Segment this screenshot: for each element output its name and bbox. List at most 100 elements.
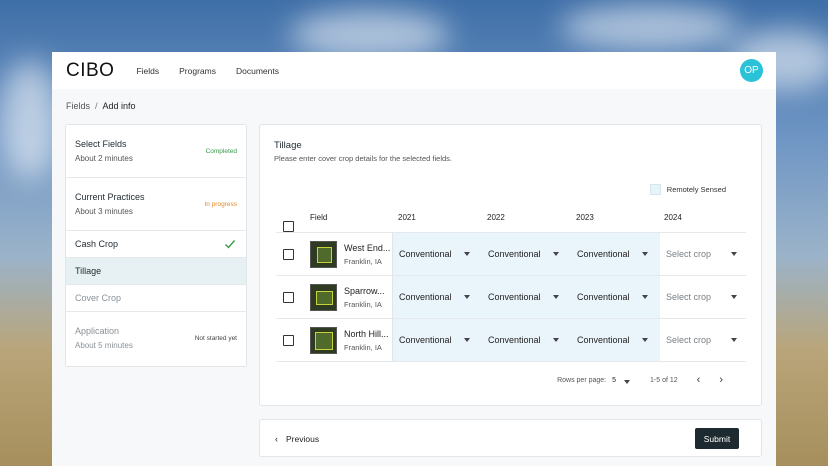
steps-panel: Select Fields About 2 minutes Completed … [65,124,247,367]
tillage-select-2022[interactable]: Conventional [482,276,571,318]
row-checkbox[interactable] [283,335,294,346]
legend-swatch [649,184,661,195]
field-name[interactable]: West End... [344,243,394,253]
top-navbar: CIBO Fields Programs Documents OP [52,52,776,89]
caret-down-icon [731,252,737,256]
select-value: Conventional [399,249,452,259]
caret-down-icon [731,338,737,342]
breadcrumb: Fields / Add info [66,101,136,111]
row-checkbox[interactable] [283,249,294,260]
select-placeholder: Select crop [666,335,712,345]
tillage-select-2021[interactable]: Conventional [393,233,482,275]
caret-down-icon [553,338,559,342]
pagination: Rows per page: 5 1-5 of 12 ‹ › [557,374,723,386]
step-status: In progress [204,201,237,208]
prev-page-icon[interactable]: ‹ [697,374,701,386]
table-row: West End... Franklin, IA Conventional Co… [276,233,749,276]
previous-button[interactable]: ‹ Previous [275,434,319,444]
field-location: Franklin, IA [344,343,382,352]
header-2022: 2022 [487,213,505,222]
submit-button[interactable]: Submit [695,428,739,449]
table-header: Field 2021 2022 2023 2024 [276,205,746,233]
nav-documents[interactable]: Documents [236,66,279,76]
rows-per-page-select[interactable]: 5 [612,376,631,384]
select-placeholder: Select crop [666,249,712,259]
step-status: Completed [205,148,237,155]
rows-per-page-label: Rows per page: [557,376,607,384]
breadcrumb-fields[interactable]: Fields [66,101,90,111]
select-value: Conventional [399,335,452,345]
tillage-select-2024[interactable]: Select crop [660,233,749,275]
page-range: 1-5 of 12 [650,376,678,384]
caret-down-icon [642,338,648,342]
rows-per-page-value: 5 [612,376,617,384]
caret-down-icon [464,295,470,299]
select-value: Conventional [577,292,630,302]
tillage-select-2022[interactable]: Conventional [482,319,571,361]
cibo-logo[interactable]: CIBO [66,60,114,82]
substep-cash-crop[interactable]: Cash Crop [66,231,246,258]
caret-down-icon [624,379,631,384]
field-location: Franklin, IA [344,257,382,266]
substep-label: Cover Crop [75,293,122,303]
check-icon [225,240,236,249]
row-checkbox[interactable] [283,292,294,303]
step-duration: About 3 minutes [75,207,133,216]
nav-programs[interactable]: Programs [179,66,216,76]
step-select-fields[interactable]: Select Fields About 2 minutes Completed [66,125,246,178]
remote-sensed-legend: Remotely Sensed [649,184,726,195]
user-avatar[interactable]: OP [740,59,763,82]
field-name[interactable]: North Hill... [344,329,394,339]
legend-label: Remotely Sensed [666,185,726,194]
tillage-select-2023[interactable]: Conventional [571,319,660,361]
select-value: Conventional [399,292,452,302]
tillage-card: Tillage Please enter cover crop details … [259,124,762,406]
field-thumbnail [310,284,337,311]
header-field: Field [310,213,328,222]
select-value: Conventional [488,292,541,302]
select-value: Conventional [488,249,541,259]
tillage-select-2024[interactable]: Select crop [660,319,749,361]
table-row: Sparrow... Franklin, IA Conventional Con… [276,276,749,319]
section-title: Tillage [274,140,302,151]
table-row: North Hill... Franklin, IA Conventional … [276,319,749,362]
tillage-select-2023[interactable]: Conventional [571,276,660,318]
header-2024: 2024 [664,213,682,222]
select-placeholder: Select crop [666,292,712,302]
tillage-select-2024[interactable]: Select crop [660,276,749,318]
section-description: Please enter cover crop details for the … [274,154,453,163]
step-status: Not started yet [194,335,237,342]
previous-label: Previous [286,434,320,444]
caret-down-icon [553,295,559,299]
step-duration: About 5 minutes [75,341,133,350]
tillage-select-2022[interactable]: Conventional [482,233,571,275]
chevron-left-icon: ‹ [275,434,278,444]
header-2021: 2021 [398,213,416,222]
footer-actions: ‹ Previous Submit [259,419,762,457]
caret-down-icon [731,295,737,299]
substep-cover-crop[interactable]: Cover Crop [66,285,246,312]
step-application[interactable]: Application About 5 minutes Not started … [66,312,246,365]
next-page-icon[interactable]: › [719,374,723,386]
step-current-practices[interactable]: Current Practices About 3 minutes In pro… [66,178,246,231]
tillage-select-2021[interactable]: Conventional [393,319,482,361]
breadcrumb-current: Add info [102,101,136,111]
select-all-checkbox[interactable] [283,221,294,232]
field-name[interactable]: Sparrow... [344,286,394,296]
substep-label: Tillage [75,266,102,276]
substep-label: Cash Crop [75,239,119,249]
select-value: Conventional [577,335,630,345]
caret-down-icon [642,295,648,299]
tillage-select-2021[interactable]: Conventional [393,276,482,318]
breadcrumb-separator: / [95,101,98,111]
step-duration: About 2 minutes [75,154,133,163]
field-thumbnail [310,327,337,354]
field-thumbnail [310,241,337,268]
tillage-table: Field 2021 2022 2023 2024 West End... Fr… [276,205,749,362]
nav-fields[interactable]: Fields [136,66,159,76]
caret-down-icon [464,252,470,256]
substep-tillage[interactable]: Tillage [66,258,246,285]
app-window: CIBO Fields Programs Documents OP Fields… [52,52,776,466]
tillage-select-2023[interactable]: Conventional [571,233,660,275]
header-2023: 2023 [576,213,594,222]
